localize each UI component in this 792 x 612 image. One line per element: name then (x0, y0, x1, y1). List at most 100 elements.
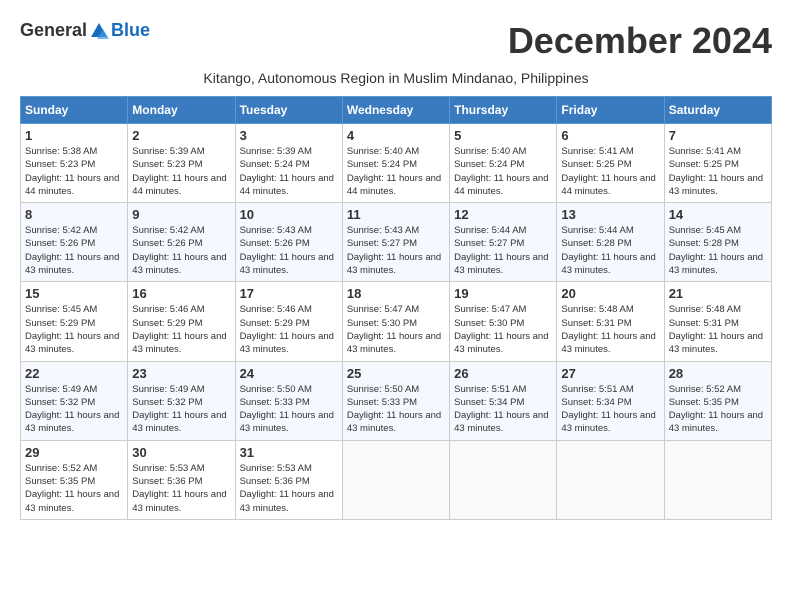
calendar-cell: 1 Sunrise: 5:38 AMSunset: 5:23 PMDaylight… (21, 124, 128, 203)
day-info: Sunrise: 5:39 AMSunset: 5:24 PMDaylight:… (240, 145, 338, 198)
day-number: 22 (25, 366, 123, 381)
calendar-table: SundayMondayTuesdayWednesdayThursdayFrid… (20, 96, 772, 520)
day-number: 27 (561, 366, 659, 381)
day-info: Sunrise: 5:44 AMSunset: 5:27 PMDaylight:… (454, 224, 552, 277)
calendar-cell: 22 Sunrise: 5:49 AMSunset: 5:32 PMDayligh… (21, 361, 128, 440)
day-header-wednesday: Wednesday (342, 97, 449, 124)
day-header-friday: Friday (557, 97, 664, 124)
day-number: 3 (240, 128, 338, 143)
day-info: Sunrise: 5:53 AMSunset: 5:36 PMDaylight:… (240, 462, 338, 515)
day-number: 25 (347, 366, 445, 381)
calendar-cell: 9 Sunrise: 5:42 AMSunset: 5:26 PMDaylight… (128, 203, 235, 282)
day-number: 4 (347, 128, 445, 143)
calendar-cell: 4 Sunrise: 5:40 AMSunset: 5:24 PMDaylight… (342, 124, 449, 203)
calendar-cell: 7Sunrise: 5:41 AMSunset: 5:25 PMDaylight… (664, 124, 771, 203)
calendar-cell: 3 Sunrise: 5:39 AMSunset: 5:24 PMDaylight… (235, 124, 342, 203)
month-title: December 2024 (508, 20, 772, 62)
logo-icon (89, 21, 109, 41)
day-header-saturday: Saturday (664, 97, 771, 124)
day-info: Sunrise: 5:42 AMSunset: 5:26 PMDaylight:… (132, 224, 230, 277)
day-number: 18 (347, 286, 445, 301)
day-info: Sunrise: 5:47 AMSunset: 5:30 PMDaylight:… (347, 303, 445, 356)
day-header-tuesday: Tuesday (235, 97, 342, 124)
day-info: Sunrise: 5:43 AMSunset: 5:27 PMDaylight:… (347, 224, 445, 277)
day-number: 30 (132, 445, 230, 460)
day-number: 26 (454, 366, 552, 381)
calendar-week-row: 8 Sunrise: 5:42 AMSunset: 5:26 PMDaylight… (21, 203, 772, 282)
day-number: 2 (132, 128, 230, 143)
calendar-cell: 28 Sunrise: 5:52 AMSunset: 5:35 PMDayligh… (664, 361, 771, 440)
day-number: 23 (132, 366, 230, 381)
logo-blue-text: Blue (111, 20, 150, 41)
day-info: Sunrise: 5:49 AMSunset: 5:32 PMDaylight:… (132, 383, 230, 436)
day-header-thursday: Thursday (450, 97, 557, 124)
day-info: Sunrise: 5:40 AMSunset: 5:24 PMDaylight:… (454, 145, 552, 198)
calendar-cell: 16 Sunrise: 5:46 AMSunset: 5:29 PMDayligh… (128, 282, 235, 361)
calendar-cell: 8Sunrise: 5:42 AMSunset: 5:26 PMDaylight… (21, 203, 128, 282)
calendar-cell: 25Sunrise: 5:50 AMSunset: 5:33 PMDayligh… (342, 361, 449, 440)
calendar-cell: 15Sunrise: 5:45 AMSunset: 5:29 PMDayligh… (21, 282, 128, 361)
day-info: Sunrise: 5:43 AMSunset: 5:26 PMDaylight:… (240, 224, 338, 277)
day-number: 17 (240, 286, 338, 301)
day-info: Sunrise: 5:40 AMSunset: 5:24 PMDaylight:… (347, 145, 445, 198)
calendar-cell: 2 Sunrise: 5:39 AMSunset: 5:23 PMDaylight… (128, 124, 235, 203)
day-info: Sunrise: 5:53 AMSunset: 5:36 PMDaylight:… (132, 462, 230, 515)
calendar-week-row: 22 Sunrise: 5:49 AMSunset: 5:32 PMDayligh… (21, 361, 772, 440)
calendar-week-row: 1 Sunrise: 5:38 AMSunset: 5:23 PMDaylight… (21, 124, 772, 203)
calendar-cell: 21 Sunrise: 5:48 AMSunset: 5:31 PMDayligh… (664, 282, 771, 361)
day-number: 14 (669, 207, 767, 222)
day-info: Sunrise: 5:51 AMSunset: 5:34 PMDaylight:… (561, 383, 659, 436)
day-number: 19 (454, 286, 552, 301)
day-number: 12 (454, 207, 552, 222)
day-number: 8 (25, 207, 123, 222)
day-number: 21 (669, 286, 767, 301)
page-header: General Blue December 2024 (20, 20, 772, 62)
day-info: Sunrise: 5:39 AMSunset: 5:23 PMDaylight:… (132, 145, 230, 198)
day-header-sunday: Sunday (21, 97, 128, 124)
day-info: Sunrise: 5:46 AMSunset: 5:29 PMDaylight:… (132, 303, 230, 356)
day-number: 7 (669, 128, 767, 143)
calendar-cell: 5Sunrise: 5:40 AMSunset: 5:24 PMDaylight… (450, 124, 557, 203)
logo-general-text: General (20, 20, 87, 41)
calendar-cell (342, 440, 449, 519)
day-number: 28 (669, 366, 767, 381)
day-info: Sunrise: 5:52 AMSunset: 5:35 PMDaylight:… (669, 383, 767, 436)
calendar-cell: 23 Sunrise: 5:49 AMSunset: 5:32 PMDayligh… (128, 361, 235, 440)
day-number: 24 (240, 366, 338, 381)
day-info: Sunrise: 5:49 AMSunset: 5:32 PMDaylight:… (25, 383, 123, 436)
day-info: Sunrise: 5:45 AMSunset: 5:29 PMDaylight:… (25, 303, 123, 356)
day-info: Sunrise: 5:47 AMSunset: 5:30 PMDaylight:… (454, 303, 552, 356)
day-number: 13 (561, 207, 659, 222)
calendar-cell: 11Sunrise: 5:43 AMSunset: 5:27 PMDayligh… (342, 203, 449, 282)
day-header-monday: Monday (128, 97, 235, 124)
day-number: 20 (561, 286, 659, 301)
day-info: Sunrise: 5:50 AMSunset: 5:33 PMDaylight:… (240, 383, 338, 436)
logo: General Blue (20, 20, 150, 41)
calendar-cell: 18 Sunrise: 5:47 AMSunset: 5:30 PMDayligh… (342, 282, 449, 361)
day-number: 9 (132, 207, 230, 222)
calendar-cell: 30 Sunrise: 5:53 AMSunset: 5:36 PMDayligh… (128, 440, 235, 519)
day-number: 31 (240, 445, 338, 460)
day-number: 16 (132, 286, 230, 301)
day-number: 1 (25, 128, 123, 143)
calendar-cell (557, 440, 664, 519)
calendar-cell: 27 Sunrise: 5:51 AMSunset: 5:34 PMDayligh… (557, 361, 664, 440)
day-info: Sunrise: 5:52 AMSunset: 5:35 PMDaylight:… (25, 462, 123, 515)
calendar-cell: 13 Sunrise: 5:44 AMSunset: 5:28 PMDayligh… (557, 203, 664, 282)
day-info: Sunrise: 5:45 AMSunset: 5:28 PMDaylight:… (669, 224, 767, 277)
calendar-cell: 12 Sunrise: 5:44 AMSunset: 5:27 PMDayligh… (450, 203, 557, 282)
calendar-cell: 26Sunrise: 5:51 AMSunset: 5:34 PMDayligh… (450, 361, 557, 440)
calendar-cell: 14 Sunrise: 5:45 AMSunset: 5:28 PMDayligh… (664, 203, 771, 282)
calendar-cell: 24 Sunrise: 5:50 AMSunset: 5:33 PMDayligh… (235, 361, 342, 440)
calendar-cell: 10 Sunrise: 5:43 AMSunset: 5:26 PMDayligh… (235, 203, 342, 282)
day-info: Sunrise: 5:48 AMSunset: 5:31 PMDaylight:… (561, 303, 659, 356)
day-number: 10 (240, 207, 338, 222)
calendar-cell: 17 Sunrise: 5:46 AMSunset: 5:29 PMDayligh… (235, 282, 342, 361)
day-number: 29 (25, 445, 123, 460)
day-info: Sunrise: 5:38 AMSunset: 5:23 PMDaylight:… (25, 145, 123, 198)
day-info: Sunrise: 5:46 AMSunset: 5:29 PMDaylight:… (240, 303, 338, 356)
day-info: Sunrise: 5:48 AMSunset: 5:31 PMDaylight:… (669, 303, 767, 356)
calendar-cell: 29 Sunrise: 5:52 AMSunset: 5:35 PMDayligh… (21, 440, 128, 519)
calendar-cell: 31 Sunrise: 5:53 AMSunset: 5:36 PMDayligh… (235, 440, 342, 519)
day-info: Sunrise: 5:44 AMSunset: 5:28 PMDaylight:… (561, 224, 659, 277)
